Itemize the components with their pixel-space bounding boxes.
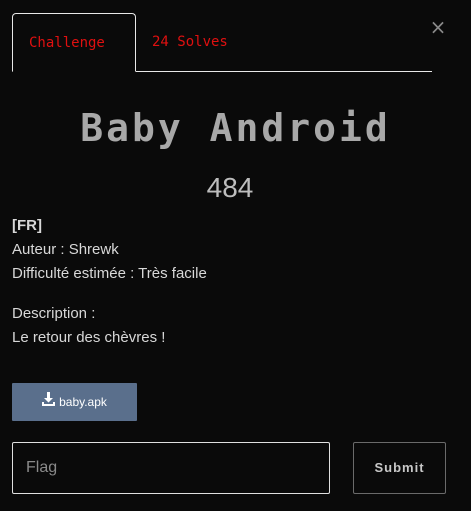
challenge-points: 484 bbox=[206, 172, 254, 203]
challenge-tabs: Challenge 24 Solves bbox=[12, 13, 432, 72]
language-tag: [FR] bbox=[12, 217, 42, 234]
submit-button[interactable]: Submit bbox=[353, 442, 446, 494]
file-name: baby.apk bbox=[59, 395, 107, 409]
tab-solves[interactable]: 24 Solves bbox=[136, 13, 244, 71]
download-icon bbox=[42, 383, 56, 421]
description-text: Le retour des chèvres ! bbox=[12, 329, 166, 346]
difficulty-line: Difficulté estimée : Très facile bbox=[12, 265, 207, 282]
flag-input[interactable] bbox=[12, 442, 330, 494]
challenge-description: [FR] Auteur : Shrewk Difficulté estimée … bbox=[12, 214, 452, 350]
challenge-modal: × Challenge 24 Solves Baby Android 484 [… bbox=[0, 0, 471, 511]
challenge-name: Baby Android bbox=[80, 106, 391, 150]
file-download-button[interactable]: baby.apk bbox=[12, 383, 137, 421]
author-line: Auteur : Shrewk bbox=[12, 241, 119, 258]
description-label: Description : bbox=[12, 305, 96, 322]
tab-challenge[interactable]: Challenge bbox=[12, 13, 136, 72]
